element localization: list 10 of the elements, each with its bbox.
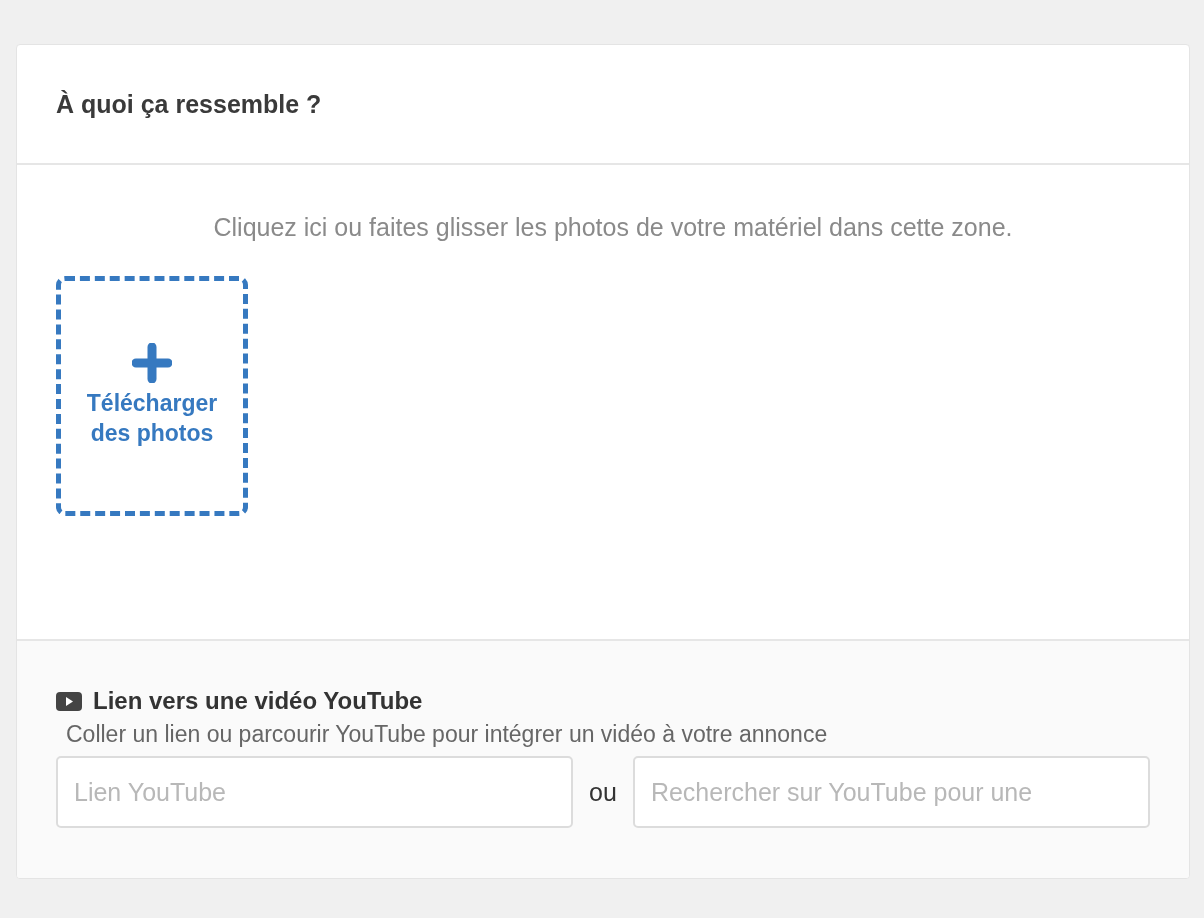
youtube-search-field[interactable]: Rechercher sur YouTube pour une bbox=[632, 756, 1150, 828]
or-label: ou bbox=[589, 777, 617, 807]
youtube-link-field[interactable]: Lien YouTube bbox=[56, 756, 574, 828]
upload-hint: Cliquez ici ou faites glisser les photos de votre matériel dans cette zone. bbox=[212, 213, 1014, 242]
play-icon bbox=[56, 691, 82, 711]
video-description: Coller un lien ou parcourir YouTube pour intégrer un vidéo à votre annonce bbox=[66, 721, 829, 748]
upload-photos-button[interactable]: Télécharger des photos bbox=[56, 276, 248, 516]
card-title: À quoi ça ressemble ? bbox=[56, 89, 322, 119]
video-section-title: Lien vers une vidéo YouTube bbox=[93, 687, 423, 715]
plus-icon bbox=[132, 343, 172, 384]
